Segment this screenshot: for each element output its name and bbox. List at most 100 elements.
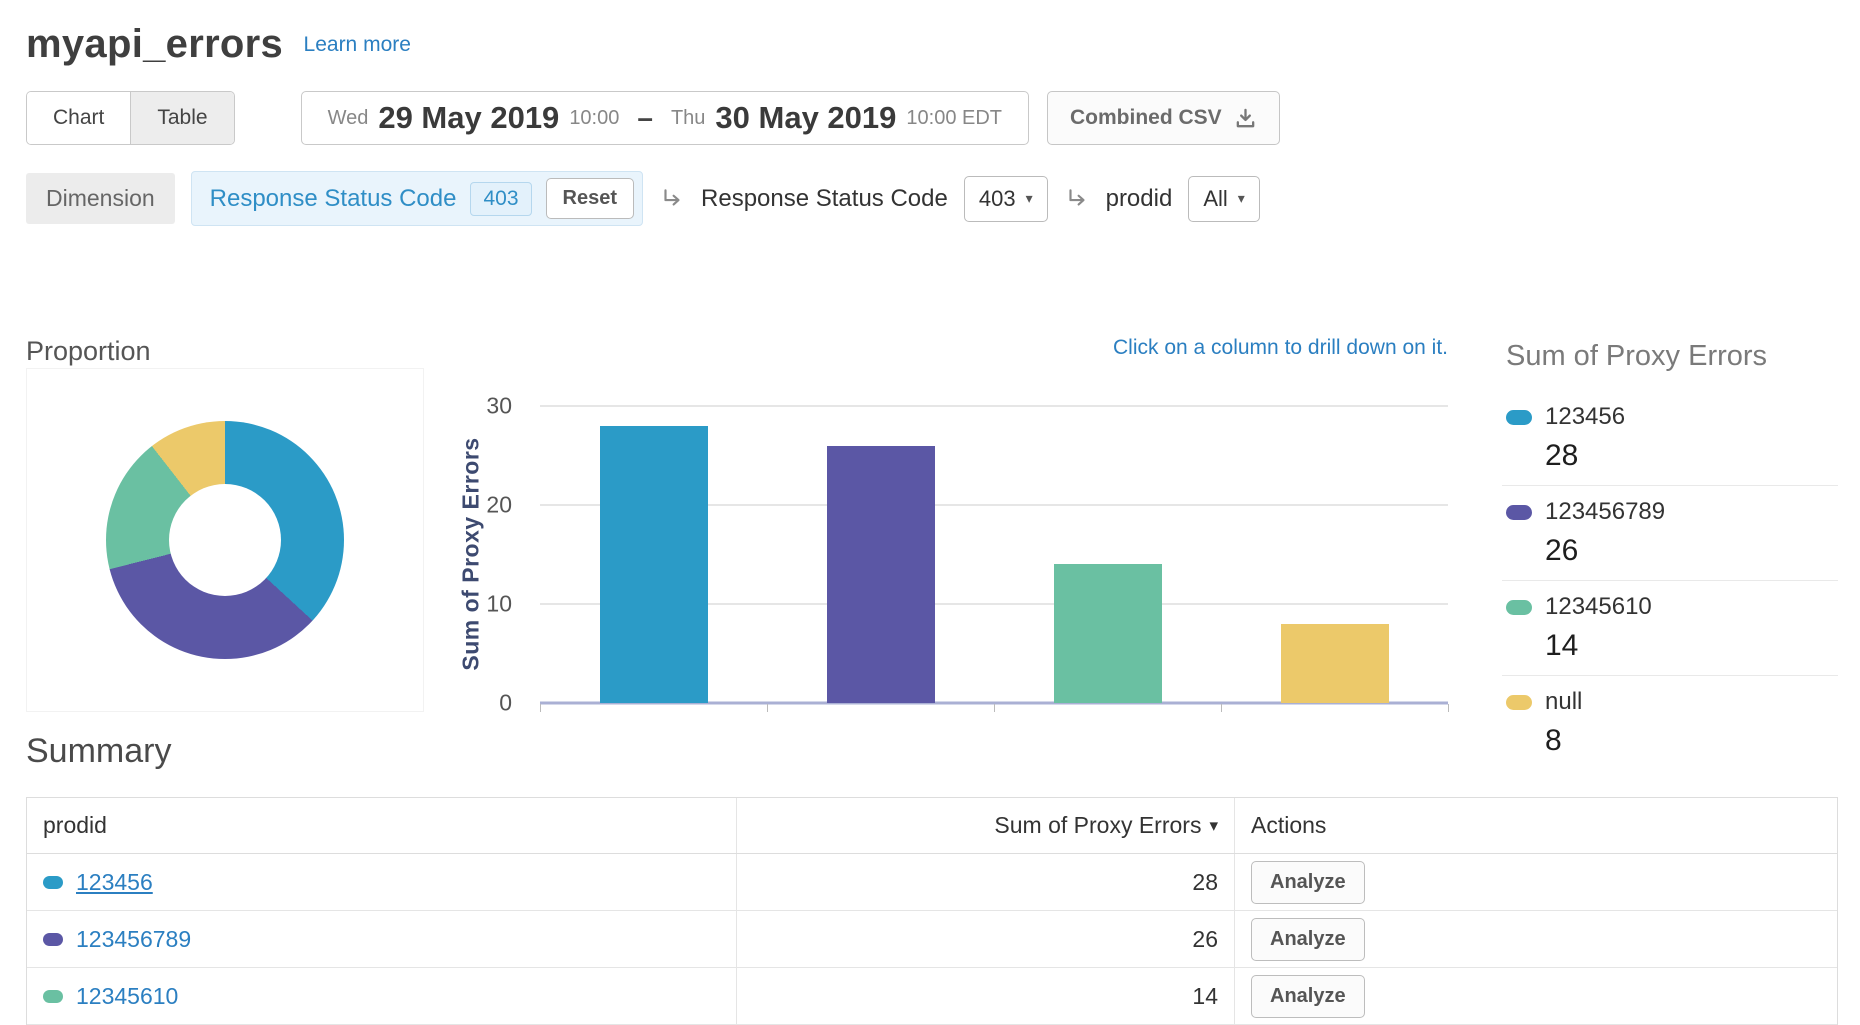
view-toggle: Chart Table	[26, 91, 235, 145]
x-tick	[540, 704, 541, 712]
actions-cell: Analyze	[1234, 911, 1837, 967]
x-tick	[994, 704, 995, 712]
sort-desc-icon: ▾	[1209, 816, 1218, 836]
drilldown-2-label: prodid	[1106, 185, 1173, 213]
bar-123456789[interactable]	[827, 446, 935, 703]
legend-entry-value: 8	[1545, 724, 1838, 758]
drilldown-1-select[interactable]: 403 ▾	[964, 176, 1048, 222]
proportion-donut-card	[26, 368, 424, 712]
prodid-cell: 123456789	[27, 911, 736, 967]
legend-entry-label: 123456789	[1545, 498, 1665, 526]
legend-color-chip	[1506, 505, 1532, 520]
bar-slot	[1221, 406, 1448, 703]
legend-name-row: 123456	[1506, 403, 1838, 431]
column-header-actions: Actions	[1234, 798, 1837, 853]
proportion-label: Proportion	[26, 336, 151, 367]
drilldown-hint[interactable]: Click on a column to drill down on it.	[1113, 336, 1448, 360]
prodid-link[interactable]: 123456	[76, 869, 153, 896]
bar-slot	[540, 406, 767, 703]
toolbar: Chart Table Wed 29 May 2019 10:00 – Thu …	[26, 91, 1860, 145]
analyze-button[interactable]: Analyze	[1251, 861, 1365, 904]
drilldown-1-value: 403	[979, 186, 1016, 212]
bar-123456[interactable]	[600, 426, 708, 703]
legend-entry-label: null	[1545, 688, 1582, 716]
end-date: 30 May 2019	[715, 100, 896, 136]
legend-entry-value: 26	[1545, 534, 1838, 568]
start-date: 29 May 2019	[378, 100, 559, 136]
page-title: myapi_errors	[26, 22, 283, 67]
legend-entry-value: 14	[1545, 629, 1838, 663]
drilldown-2-value: All	[1203, 186, 1227, 212]
legend-name-row: 123456789	[1506, 498, 1838, 526]
legend-title: Sum of Proxy Errors	[1506, 340, 1838, 373]
bar-slot	[994, 406, 1221, 703]
x-tick	[1448, 704, 1449, 712]
donut-chart[interactable]	[106, 421, 344, 659]
table-body: 12345628Analyze12345678926Analyze1234561…	[27, 854, 1837, 1025]
analyze-button[interactable]: Analyze	[1251, 975, 1365, 1018]
row-color-chip	[43, 933, 63, 946]
table-header-row: prodid Sum of Proxy Errors ▾ Actions	[27, 798, 1837, 854]
legend-entry-value: 28	[1545, 439, 1838, 473]
report-header: myapi_errors Learn more	[0, 0, 1860, 67]
legend-entry: null 8	[1502, 676, 1838, 770]
combined-csv-button[interactable]: Combined CSV	[1047, 91, 1280, 145]
x-tick	[1221, 704, 1222, 712]
bar-12345610[interactable]	[1054, 564, 1162, 703]
legend-entry-label: 123456	[1545, 403, 1625, 431]
drilldown-2-select[interactable]: All ▾	[1188, 176, 1259, 222]
filter-chip-label: Response Status Code	[210, 185, 457, 213]
bar-series	[540, 406, 1448, 703]
actions-cell: Analyze	[1234, 968, 1837, 1024]
learn-more-link[interactable]: Learn more	[304, 33, 411, 56]
legend-entry: 123456789 26	[1502, 486, 1838, 581]
value-cell: 14	[736, 968, 1234, 1024]
bar-null[interactable]	[1281, 624, 1389, 703]
start-day: Wed	[328, 107, 369, 130]
reset-filter-button[interactable]: Reset	[546, 178, 634, 219]
end-time: 10:00 EDT	[906, 107, 1002, 130]
table-row: 12345610 14 Analyze	[27, 968, 1837, 1025]
legend-entry-label: 12345610	[1545, 593, 1652, 621]
value-cell: 28	[736, 854, 1234, 910]
active-filter-chip: Response Status Code 403 Reset	[191, 171, 643, 226]
drilldown-arrow-icon	[659, 186, 685, 212]
start-time: 10:00	[569, 107, 619, 130]
prodid-link[interactable]: 123456789	[76, 926, 191, 953]
bar-chart	[540, 406, 1448, 703]
y-tick-label-10: 10	[486, 591, 512, 618]
download-icon	[1234, 107, 1257, 130]
chart-view-button[interactable]: Chart	[27, 92, 131, 144]
y-tick-label-30: 30	[486, 393, 512, 420]
legend-color-chip	[1506, 695, 1532, 710]
y-tick-label-20: 20	[486, 492, 512, 519]
date-range-separator: –	[637, 102, 653, 134]
chevron-down-icon: ▾	[1026, 190, 1033, 207]
value-cell: 26	[736, 911, 1234, 967]
chevron-down-icon: ▾	[1238, 190, 1245, 207]
column-header-prodid[interactable]: prodid	[27, 798, 736, 853]
bar-slot	[767, 406, 994, 703]
analyze-button[interactable]: Analyze	[1251, 918, 1365, 961]
filter-chip-value: 403	[470, 182, 531, 216]
table-row: 123456 28 Analyze	[27, 854, 1837, 911]
legend-color-chip	[1506, 410, 1532, 425]
legend-color-chip	[1506, 600, 1532, 615]
summary-table: prodid Sum of Proxy Errors ▾ Actions 123…	[26, 797, 1838, 1025]
prodid-link[interactable]: 12345610	[76, 983, 178, 1010]
column-header-value[interactable]: Sum of Proxy Errors ▾	[736, 798, 1234, 853]
legend-entry: 12345610 14	[1502, 581, 1838, 676]
dimension-label: Dimension	[26, 173, 175, 224]
legend-name-row: null	[1506, 688, 1838, 716]
x-tick	[767, 704, 768, 712]
table-view-button[interactable]: Table	[131, 92, 233, 144]
actions-cell: Analyze	[1234, 854, 1837, 910]
legend-entry: 123456 28	[1502, 391, 1838, 486]
table-row: 123456789 26 Analyze	[27, 911, 1837, 968]
legend-entries: 123456 28 123456789 26 12345610 14 null 8	[1502, 391, 1838, 770]
legend-name-row: 12345610	[1506, 593, 1838, 621]
row-color-chip	[43, 876, 63, 889]
drilldown-1-label: Response Status Code	[701, 185, 948, 213]
filter-bar: Dimension Response Status Code 403 Reset…	[26, 171, 1860, 226]
date-range-picker[interactable]: Wed 29 May 2019 10:00 – Thu 30 May 2019 …	[301, 91, 1029, 145]
